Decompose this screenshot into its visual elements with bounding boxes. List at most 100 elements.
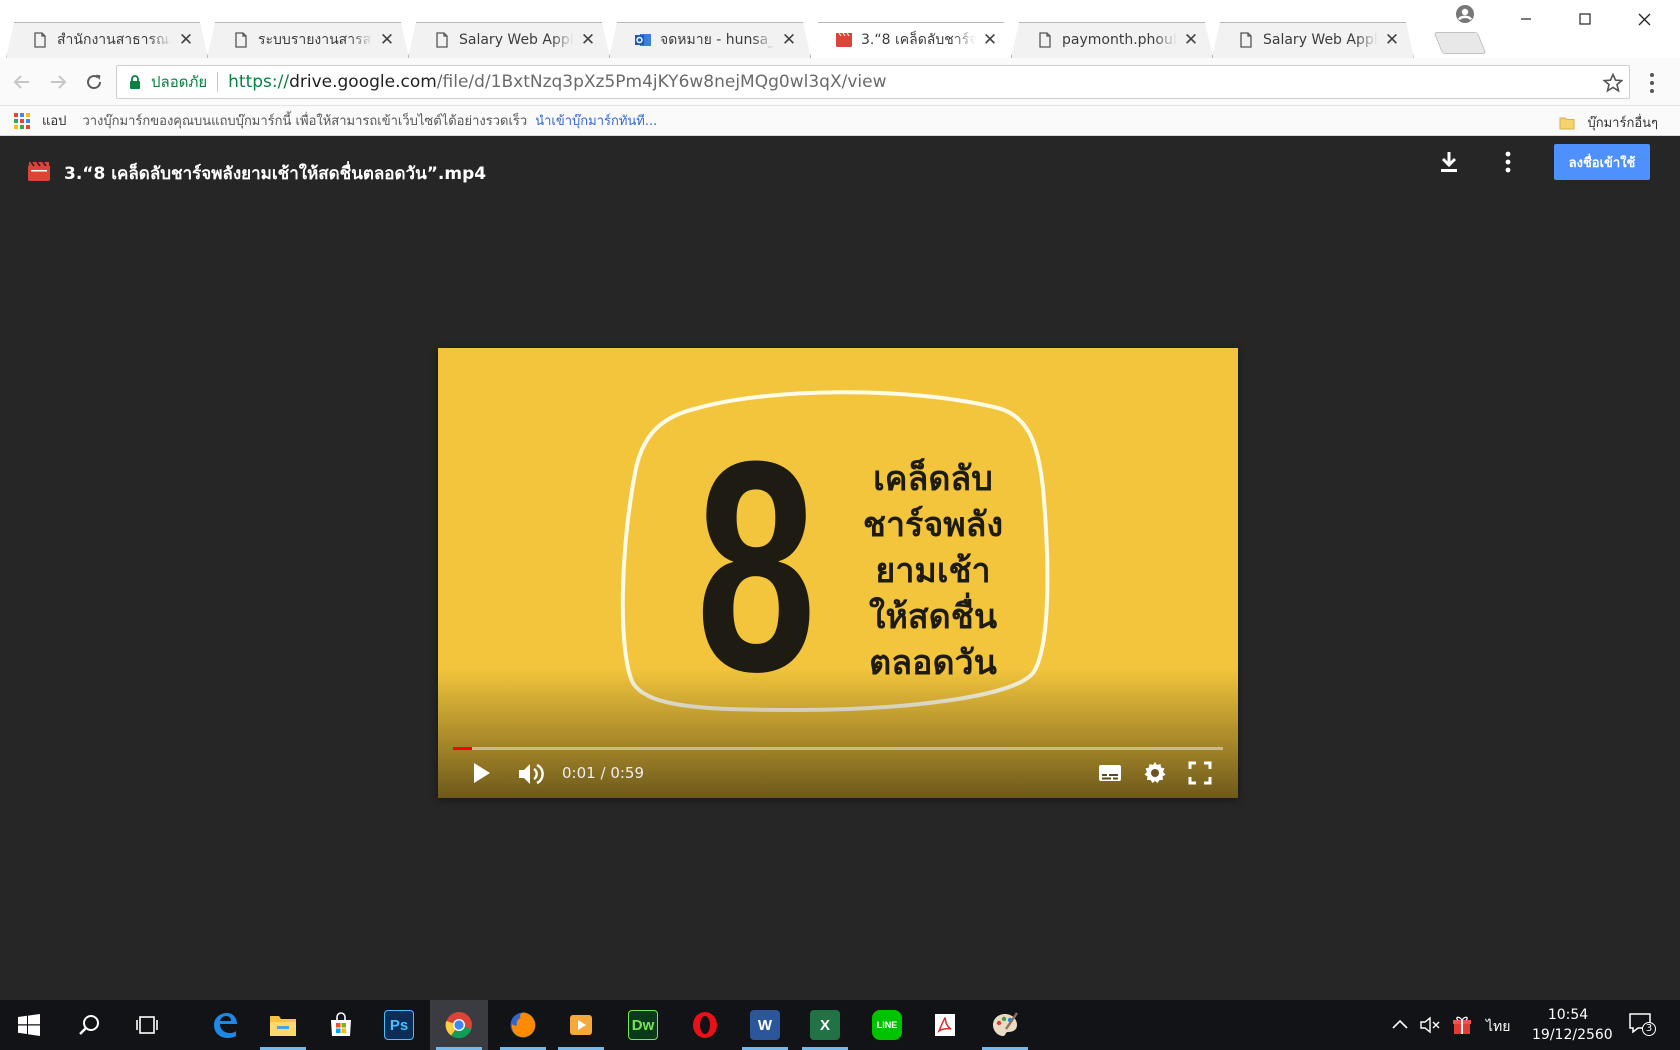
taskbar-start-button[interactable] <box>0 1000 58 1050</box>
page-icon <box>436 32 448 48</box>
line-icon: LINE <box>872 1010 902 1040</box>
taskbar-opera-button[interactable] <box>676 1000 734 1050</box>
task-view-icon <box>135 1014 159 1036</box>
gift-icon[interactable] <box>1452 1015 1472 1035</box>
file-title: 3.“8 เคล็ดลับชาร์จพลังยามเช้าให้สดชื่นตล… <box>64 164 487 184</box>
address-bar[interactable]: ปลอดภัย https://drive.google.com/file/d/… <box>116 65 1630 99</box>
acrobat-icon <box>932 1012 958 1038</box>
lock-icon <box>130 75 140 89</box>
forward-button[interactable] <box>46 70 70 94</box>
chevron-up-icon[interactable] <box>1392 1018 1408 1030</box>
page-icon <box>235 32 247 48</box>
other-bookmarks[interactable]: บุ๊กมาร์กอื่นๆ <box>1559 112 1658 133</box>
taskbar-photoshop-button[interactable]: Ps <box>370 1000 428 1050</box>
chrome-icon <box>445 1011 473 1039</box>
media-player-icon <box>568 1012 594 1038</box>
bookmarks-prompt: วางบุ๊กมาร์กของคุณบนแถบบุ๊กมาร์กนี้ เพื่… <box>82 114 528 129</box>
other-bookmarks-label: บุ๊กมาร์กอื่นๆ <box>1587 116 1658 131</box>
reload-icon <box>87 74 102 90</box>
taskbar-edge-button[interactable] <box>196 1000 254 1050</box>
tab-close-button[interactable]: ✕ <box>178 32 194 49</box>
browser-tab[interactable]: Salary Web Application ✕ <box>408 22 610 58</box>
taskbar-firefox-button[interactable] <box>494 1000 552 1050</box>
drive-file-viewer: 3.“8 เคล็ดลับชาร์จพลังยามเช้าให้สดชื่นตล… <box>0 136 1680 1000</box>
taskbar-dreamweaver-button[interactable]: Dw <box>614 1000 672 1050</box>
taskbar-file-explorer-button[interactable] <box>254 1000 312 1050</box>
profile-icon[interactable] <box>1455 4 1475 24</box>
play-icon[interactable] <box>468 760 494 786</box>
download-icon[interactable] <box>1438 150 1460 174</box>
taskbar-chrome-button[interactable] <box>430 1000 488 1050</box>
video-player[interactable]: 8 เคล็ดลับ ชาร์จพลัง ยามเช้า ให้สดชื่น ตลอดว… <box>438 348 1238 798</box>
fullscreen-icon[interactable] <box>1188 761 1212 785</box>
taskbar-paint-button[interactable] <box>976 1000 1034 1050</box>
progress-bar[interactable] <box>453 747 1223 750</box>
taskbar-line-button[interactable]: LINE <box>858 1000 916 1050</box>
dreamweaver-icon: Dw <box>628 1010 658 1040</box>
arrow-right-icon <box>51 75 67 89</box>
window-close-button[interactable] <box>1620 5 1668 33</box>
tab-strip: สำนักงานสาธารณสุขจังหวัด✕ระบบรายงานสารสน… <box>0 0 1680 58</box>
more-options-icon[interactable] <box>1504 150 1512 174</box>
browser-tab[interactable]: ระบบรายงานสารสนเทศ ✕ <box>207 22 409 58</box>
thumbnail-text-line: ให้สดชื่น <box>868 597 998 637</box>
browser-tab[interactable]: Salary Web Application ✕ <box>1212 22 1414 58</box>
clock[interactable]: 10:54 19/12/2560 <box>1532 1005 1613 1045</box>
browser-tab[interactable]: สำนักงานสาธารณสุขจังหวัด ✕ <box>6 22 208 58</box>
time-readout: 0:01 / 0:59 <box>562 764 644 782</box>
taskbar-store-button[interactable] <box>312 1000 370 1050</box>
apps-grid-icon[interactable] <box>14 112 30 129</box>
taskbar-media-player-button[interactable] <box>552 1000 610 1050</box>
folder-icon <box>1559 117 1575 129</box>
sign-in-button[interactable]: ลงชื่อเข้าใช้ <box>1554 144 1650 180</box>
current-time: 0:01 <box>562 764 596 782</box>
maximize-icon <box>1579 13 1591 25</box>
back-button[interactable] <box>10 70 34 94</box>
action-center-button[interactable]: 3 <box>1628 1012 1656 1038</box>
subtitles-icon[interactable] <box>1098 763 1122 783</box>
duration: 0:59 <box>610 764 644 782</box>
tab-list: สำนักงานสาธารณสุขจังหวัด✕ระบบรายงานสารสน… <box>6 22 1413 58</box>
reload-button[interactable] <box>82 70 106 94</box>
taskbar-word-button[interactable]: W <box>736 1000 794 1050</box>
bookmark-star-icon[interactable] <box>1603 73 1623 93</box>
tab-close-button[interactable]: ✕ <box>379 32 395 49</box>
word-icon: W <box>750 1010 780 1040</box>
volume-icon[interactable] <box>516 761 544 787</box>
store-icon <box>328 1012 354 1038</box>
page-icon <box>34 32 46 48</box>
maximize-button[interactable] <box>1561 5 1609 33</box>
taskbar-excel-button[interactable]: X <box>796 1000 854 1050</box>
url-host: drive.google.com <box>289 72 437 92</box>
taskbar-task-view-button[interactable] <box>118 1000 176 1050</box>
minimize-button[interactable] <box>1502 5 1550 33</box>
browser-menu-icon[interactable] <box>1648 72 1656 94</box>
browser-tab[interactable]: paymonth.phoubon ✕ <box>1011 22 1213 58</box>
progress-played <box>453 747 473 750</box>
taskbar-acrobat-button[interactable] <box>916 1000 974 1050</box>
tab-title: 3.“8 เคล็ดลับชาร์จพลัง <box>861 32 976 48</box>
speaker-muted-icon[interactable] <box>1420 1016 1442 1034</box>
new-tab-button[interactable] <box>1433 32 1487 54</box>
tab-close-button[interactable]: ✕ <box>982 32 998 49</box>
page-icon <box>1240 32 1252 48</box>
video-file-icon <box>28 161 50 181</box>
settings-gear-icon[interactable] <box>1143 761 1167 785</box>
browser-tab[interactable]: 3.“8 เคล็ดลับชาร์จพลัง ✕ <box>810 22 1012 58</box>
excel-icon: X <box>810 1010 840 1040</box>
url-text: https://drive.google.com/file/d/1BxtNzq3… <box>228 72 886 92</box>
clock-time: 10:54 <box>1547 1007 1589 1023</box>
tab-close-button[interactable]: ✕ <box>781 32 797 49</box>
apps-link[interactable]: แอป <box>42 110 66 131</box>
tab-close-button[interactable]: ✕ <box>580 32 596 49</box>
input-language[interactable]: ไทย <box>1486 1016 1510 1038</box>
taskbar-search-button[interactable] <box>60 1000 118 1050</box>
tab-close-button[interactable]: ✕ <box>1384 32 1400 49</box>
paint-icon <box>991 1011 1019 1039</box>
import-bookmarks-link[interactable]: นำเข้าบุ๊กมาร์กทันที... <box>535 110 657 131</box>
omnibox-divider <box>217 72 219 92</box>
minimize-icon <box>1521 18 1531 20</box>
thumbnail-text-line: ยามเช้า <box>875 551 991 591</box>
tab-close-button[interactable]: ✕ <box>1183 32 1199 49</box>
browser-tab[interactable]: จดหมาย - hunsa_c@ ✕ <box>609 22 811 58</box>
